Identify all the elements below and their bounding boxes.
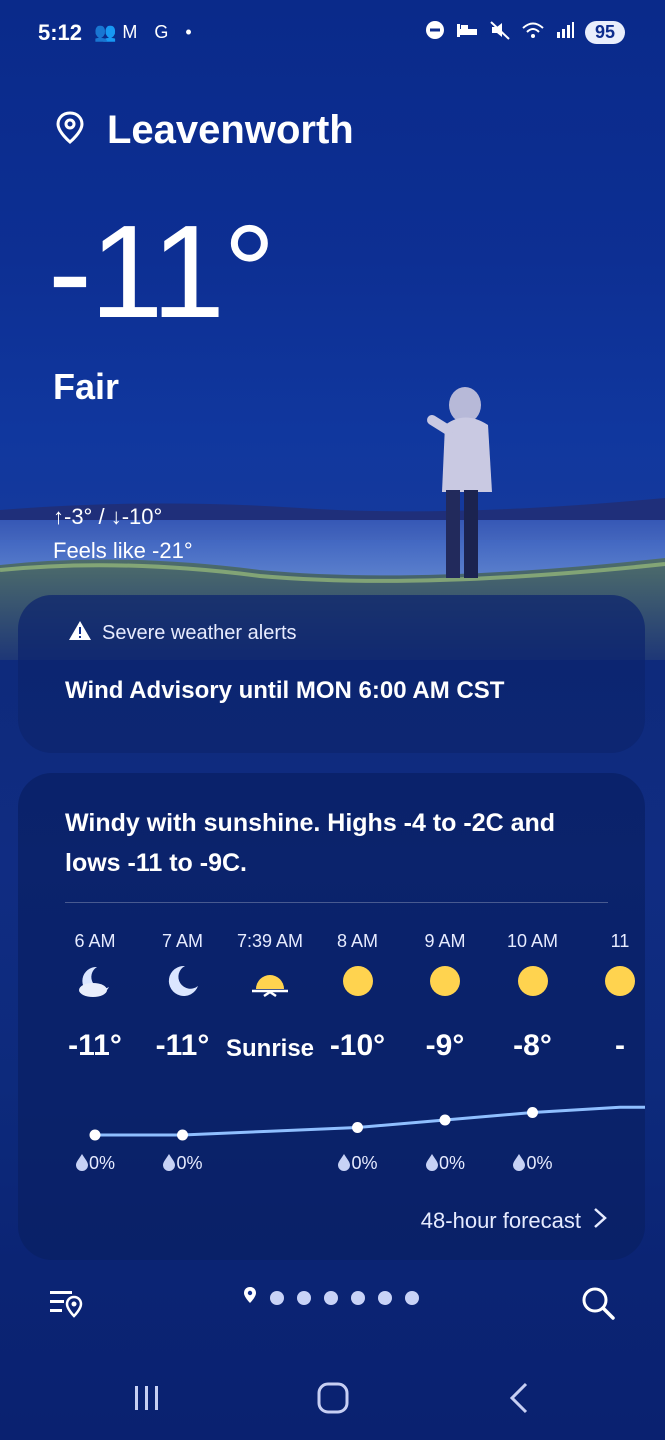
48-hour-forecast-label: 48-hour forecast (420, 1208, 581, 1233)
sun-icon (395, 963, 495, 1003)
temperature-point (89, 1129, 101, 1141)
signal-icon (555, 20, 575, 45)
feels-like: Feels like -21° (53, 538, 193, 563)
sun-icon (570, 963, 645, 1003)
hour-temp: -9° (425, 1029, 465, 1062)
temperature-point (439, 1114, 451, 1126)
temperature-point (527, 1107, 538, 1118)
hour-time: 7 AM (161, 931, 204, 951)
sun-icon (308, 963, 408, 1003)
alerts-header: Severe weather alerts (68, 619, 297, 647)
current-temperature: -11° (48, 198, 276, 345)
hour-time: 6 AM (74, 931, 116, 951)
hour-time: 8 AM (336, 931, 379, 951)
page-dot[interactable] (270, 1290, 284, 1305)
notification-icons: 👥M G • (94, 22, 198, 42)
chevron-right-icon (593, 1207, 607, 1235)
precipitation: 0% (483, 1153, 583, 1174)
location-header[interactable]: Leavenworth (55, 108, 354, 153)
severe-alerts-card[interactable]: Severe weather alerts Wind Advisory unti… (18, 595, 645, 753)
precip-value: 0% (351, 1153, 378, 1173)
manage-locations-icon[interactable] (48, 1285, 84, 1324)
dnd-icon (425, 20, 445, 45)
hour-time: 7:39 AM (236, 931, 304, 951)
precipitation: 0% (308, 1153, 408, 1174)
home-button[interactable] (317, 1382, 349, 1419)
page-dot[interactable] (351, 1290, 365, 1305)
raindrop-icon (425, 1153, 439, 1173)
precipitation: 0% (133, 1153, 233, 1174)
alert-message: Wind Advisory until MON 6:00 AM CST (65, 677, 505, 704)
hour-temp: -11° (68, 1029, 122, 1062)
status-bar: 5:12 👥M G • 95 (0, 0, 665, 70)
raindrop-icon (75, 1153, 89, 1173)
current-location-dot-icon (243, 1286, 257, 1309)
precip-value: 0% (526, 1153, 553, 1173)
location-pin-icon (55, 111, 85, 150)
moon-cloud-icon (45, 963, 145, 1003)
temperature-point (352, 1122, 363, 1133)
page-dot[interactable] (297, 1290, 311, 1305)
hour-time: 11 (610, 931, 630, 951)
sleep-icon (455, 21, 479, 44)
high-low-temp: ↑-3° / ↓-10° (53, 504, 163, 529)
alerts-title: Severe weather alerts (102, 621, 297, 644)
sun-icon (483, 963, 583, 1003)
location-name: Leavenworth (107, 108, 354, 152)
system-navigation-bar (0, 1360, 665, 1440)
sunrise-icon (220, 963, 320, 1003)
precip-value: 0% (438, 1153, 465, 1173)
hour-time: 9 AM (424, 931, 466, 951)
temperature-trend-line (95, 1105, 645, 1137)
hour-time: 10 AM (506, 931, 559, 951)
battery-indicator: 95 (584, 21, 625, 44)
hour-temp: -10° (329, 1029, 386, 1062)
wifi-icon (521, 20, 545, 45)
moon-icon (133, 963, 233, 1003)
warning-icon (68, 619, 92, 647)
raindrop-icon (512, 1153, 526, 1173)
raindrop-icon (162, 1153, 176, 1173)
precipitation: 0% (395, 1153, 495, 1174)
search-icon[interactable] (580, 1285, 616, 1326)
page-dot[interactable] (378, 1290, 392, 1305)
page-indicator[interactable] (243, 1286, 419, 1309)
page-dot[interactable] (324, 1290, 338, 1305)
hour-temp: - (615, 1029, 625, 1062)
hourly-forecast-card[interactable]: Windy with sunshine. Highs -4 to -2C and… (18, 773, 645, 1260)
precip-value: 0% (176, 1153, 203, 1173)
system-icons: 95 (425, 20, 625, 45)
mute-icon (489, 20, 511, 45)
precip-value: 0% (88, 1153, 115, 1173)
page-dot[interactable] (405, 1290, 419, 1305)
precipitation: 0% (45, 1153, 145, 1174)
status-time: 5:12 (38, 20, 83, 45)
48-hour-forecast-link[interactable]: 48-hour forecast (421, 1207, 607, 1235)
hour-temp: -8° (513, 1029, 552, 1062)
raindrop-icon (337, 1153, 351, 1173)
back-button[interactable] (508, 1382, 530, 1419)
temperature-point (177, 1129, 188, 1141)
hour-temp: Sunrise (225, 1035, 315, 1062)
recents-button[interactable] (132, 1384, 162, 1417)
hour-temp: -11° (155, 1029, 210, 1062)
temperature-trend-graph (89, 1105, 645, 1141)
